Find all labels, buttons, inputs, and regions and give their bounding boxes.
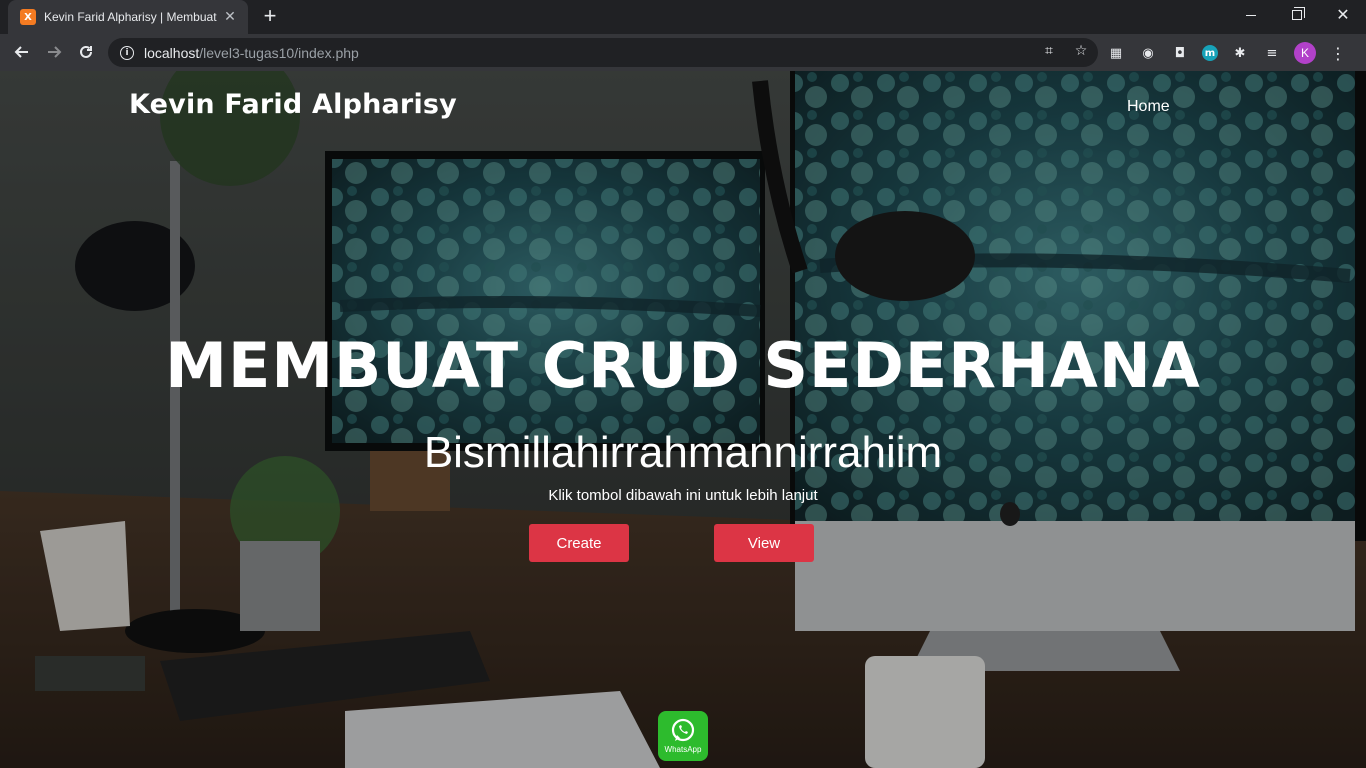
url-host: localhost — [144, 44, 200, 61]
whatsapp-label: WhatsApp — [664, 745, 702, 754]
url-text: localhost/level3-tugas10/index.php — [144, 45, 359, 61]
extensions-bar: ▦ ◉ ◘ m ✱ ≡ K ⋮ — [1106, 42, 1348, 64]
close-icon: ✕ — [1336, 7, 1350, 24]
site-info-icon[interactable]: i — [120, 45, 134, 60]
new-tab-button[interactable]: + — [258, 5, 282, 29]
back-button[interactable] — [8, 38, 36, 66]
minimize-icon — [1246, 14, 1256, 16]
browser-tab[interactable]: X Kevin Farid Alpharisy | Membuat CRUD S… — [8, 0, 248, 34]
profile-avatar[interactable]: K — [1294, 42, 1316, 64]
dark-overlay — [0, 71, 1366, 768]
nav-link-home[interactable]: Home — [1127, 98, 1170, 116]
media-queue-icon[interactable]: ≡ — [1262, 43, 1282, 63]
hero-subtitle: Bismillahirrahmannirrahiim — [423, 428, 943, 477]
address-bar[interactable]: i localhost/level3-tugas10/index.php ⌗ ☆ — [108, 38, 1098, 67]
minimize-button[interactable] — [1228, 0, 1274, 30]
hero-title: MEMBUAT CRUD SEDERHANA — [165, 329, 1201, 402]
tab-close-icon[interactable]: ✕ — [222, 9, 238, 25]
reload-icon — [80, 45, 92, 58]
puzzle-extensions-icon[interactable]: ✱ — [1230, 43, 1250, 63]
hero-note: Klik tombol dibawah ini untuk lebih lanj… — [548, 487, 818, 504]
whatsapp-icon — [671, 718, 695, 742]
record-extension-icon[interactable]: ◉ — [1138, 43, 1158, 63]
xampp-favicon-icon: X — [20, 9, 36, 25]
create-button[interactable]: Create — [529, 524, 629, 562]
arrow-left-icon — [14, 46, 28, 58]
restore-button[interactable] — [1274, 0, 1320, 30]
m-extension-icon[interactable]: m — [1202, 45, 1218, 61]
arrow-right-icon — [48, 46, 62, 58]
chrome-menu-icon[interactable]: ⋮ — [1328, 44, 1348, 63]
whatsapp-button[interactable]: WhatsApp — [658, 711, 708, 761]
reload-button[interactable] — [72, 38, 100, 66]
browser-toolbar: i localhost/level3-tugas10/index.php ⌗ ☆… — [0, 34, 1366, 71]
qr-code-icon[interactable]: ▦ — [1106, 43, 1126, 63]
tab-title: Kevin Farid Alpharisy | Membuat CRUD Sed… — [44, 10, 220, 24]
view-button[interactable]: View — [714, 524, 814, 562]
camera-icon[interactable]: ◘ — [1170, 43, 1190, 63]
tab-strip: X Kevin Farid Alpharisy | Membuat CRUD S… — [0, 0, 1366, 34]
navbar-brand[interactable]: Kevin Farid Alpharisy — [129, 89, 457, 120]
url-path: /level3-tugas10/index.php — [199, 44, 359, 61]
web-page: Kevin Farid Alpharisy Home MEMBUAT CRUD … — [0, 71, 1366, 768]
translate-icon[interactable]: ⌗ — [1040, 42, 1058, 60]
close-window-button[interactable]: ✕ — [1320, 0, 1366, 30]
bookmark-star-icon[interactable]: ☆ — [1072, 42, 1090, 60]
restore-icon — [1292, 7, 1305, 20]
forward-button[interactable] — [40, 38, 68, 66]
